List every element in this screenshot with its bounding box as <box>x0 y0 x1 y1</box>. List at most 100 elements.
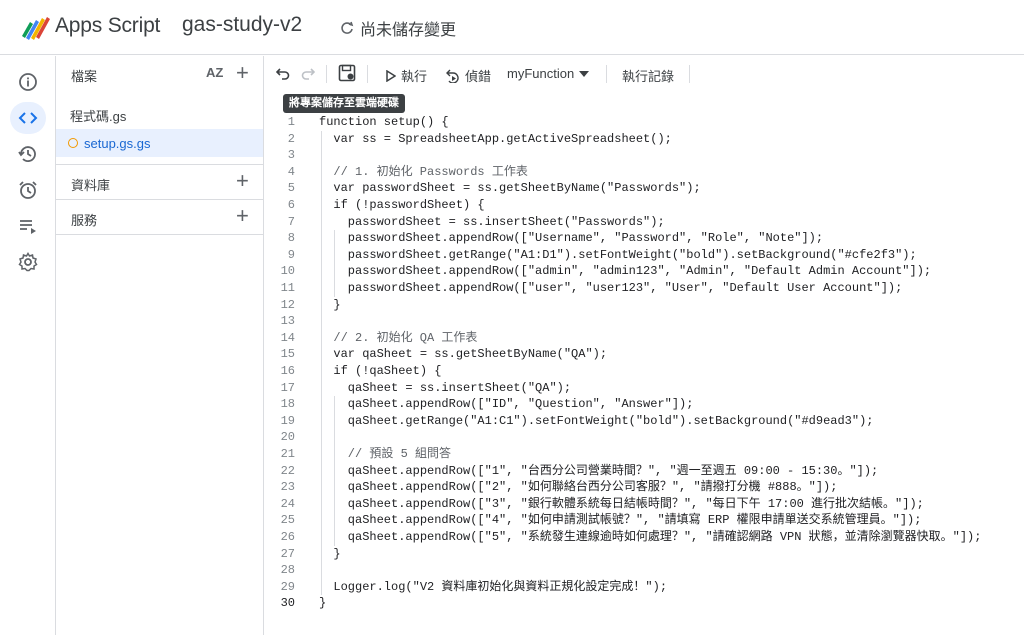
code-text: var ss = SpreadsheetApp.getActiveSpreads… <box>319 131 672 146</box>
code-line[interactable]: 2 var ss = SpreadsheetApp.getActiveSprea… <box>264 131 1024 148</box>
code-text: // 1. 初始化 Passwords 工作表 <box>319 164 528 179</box>
add-file-button[interactable]: + <box>236 62 249 84</box>
history-button[interactable] <box>10 138 46 170</box>
run-button[interactable]: 執行 <box>386 66 427 85</box>
file-item-code[interactable]: 程式碼.gs <box>56 101 263 129</box>
code-text: passwordSheet.getRange("A1:D1").setFontW… <box>319 247 917 262</box>
line-number: 27 <box>280 546 295 561</box>
alarm-icon <box>19 181 37 199</box>
code-line[interactable]: 24 qaSheet.appendRow(["3", "銀行軟體系統每日結帳時間… <box>264 496 1024 513</box>
code-line[interactable]: 14 // 2. 初始化 QA 工作表 <box>264 330 1024 347</box>
debug-label: 偵錯 <box>465 69 492 84</box>
editor-button[interactable] <box>10 102 46 134</box>
code-line[interactable]: 16 if (!qaSheet) { <box>264 363 1024 380</box>
save-icon <box>338 64 356 82</box>
code-line[interactable]: 22 qaSheet.appendRow(["1", "台西分公司營業時間？",… <box>264 463 1024 480</box>
code-icon <box>18 112 38 124</box>
line-number: 9 <box>287 247 295 262</box>
line-number: 6 <box>287 198 295 212</box>
execution-log-label: 執行記錄 <box>622 69 675 84</box>
code-text: var passwordSheet = ss.getSheetByName("P… <box>319 181 701 196</box>
code-line[interactable]: 7 passwordSheet = ss.insertSheet("Passwo… <box>264 214 1024 231</box>
undo-button[interactable] <box>276 66 290 80</box>
line-number: 28 <box>280 563 295 578</box>
code-line[interactable]: 20 <box>264 429 1024 446</box>
toolbar-separator <box>689 65 690 83</box>
undo-icon <box>276 68 290 80</box>
code-line[interactable]: 15 var qaSheet = ss.getSheetByName("QA")… <box>264 346 1024 363</box>
settings-button[interactable] <box>10 246 46 278</box>
code-line[interactable]: 26 qaSheet.appendRow(["5", "系統發生連線逾時如何處理… <box>264 529 1024 546</box>
code-line[interactable]: 30} <box>264 595 1024 612</box>
file-item-setup[interactable]: setup.gs.gs <box>56 129 263 157</box>
code-line[interactable]: 6 if (!passwordSheet) { <box>264 197 1024 214</box>
add-service-button[interactable]: + <box>236 205 249 227</box>
project-title[interactable]: gas-study-v2 <box>182 13 302 37</box>
code-text: passwordSheet.appendRow(["Username", "Pa… <box>319 231 824 246</box>
code-line[interactable]: 12 } <box>264 297 1024 314</box>
files-panel: 檔案 AZ + 程式碼.gs setup.gs.gs 資料庫 + 服務 + <box>56 56 264 635</box>
divider <box>56 234 263 235</box>
save-tooltip: 將專案儲存至雲端硬碟 <box>283 94 405 113</box>
code-line[interactable]: 28 <box>264 562 1024 579</box>
left-rail <box>0 56 56 635</box>
line-number: 4 <box>287 164 295 179</box>
code-text: passwordSheet.appendRow(["admin", "admin… <box>319 264 932 279</box>
code-line[interactable]: 27 } <box>264 546 1024 563</box>
apps-script-logo[interactable] <box>20 14 50 40</box>
code-text: // 2. 初始化 QA 工作表 <box>319 330 478 345</box>
divider <box>56 164 263 165</box>
function-select-value: myFunction <box>507 66 575 81</box>
line-number: 11 <box>280 281 295 295</box>
line-number: 2 <box>287 131 295 146</box>
code-line[interactable]: 3 <box>264 147 1024 164</box>
code-line[interactable]: 11 passwordSheet.appendRow(["user", "use… <box>264 280 1024 297</box>
code-text: } <box>319 546 341 561</box>
debug-button[interactable]: 偵錯 <box>446 66 491 85</box>
file-name: 程式碼.gs <box>70 108 127 124</box>
executions-button[interactable] <box>10 210 46 242</box>
code-line[interactable]: 9 passwordSheet.getRange("A1:D1").setFon… <box>264 247 1024 264</box>
code-line[interactable]: 1 function setup() { <box>264 114 1024 131</box>
code-editor[interactable]: 1 function setup() {2 var ss = Spreadshee… <box>264 114 1024 635</box>
code-line[interactable]: 23 qaSheet.appendRow(["2", "如何聯絡台西分公司客服？… <box>264 479 1024 496</box>
code-line[interactable]: 18 qaSheet.appendRow(["ID", "Question", … <box>264 396 1024 413</box>
code-line[interactable]: 25 qaSheet.appendRow(["4", "如何申請測試帳號？", … <box>264 512 1024 529</box>
product-name: Apps Script <box>55 14 161 37</box>
code-line[interactable]: 17 qaSheet = ss.insertSheet("QA"); <box>264 380 1024 397</box>
overview-button[interactable] <box>10 66 46 98</box>
code-text: passwordSheet = ss.insertSheet("Password… <box>319 214 665 229</box>
line-number: 10 <box>280 264 295 279</box>
sort-az-icon[interactable]: AZ <box>206 65 223 80</box>
line-number: 26 <box>280 530 295 544</box>
code-line[interactable]: 8 passwordSheet.appendRow(["Username", "… <box>264 230 1024 247</box>
line-number: 3 <box>287 148 295 163</box>
code-text: // 預設 5 組問答 <box>319 447 452 461</box>
code-line[interactable]: 13 <box>264 313 1024 330</box>
save-button[interactable] <box>338 64 356 82</box>
code-text: qaSheet.getRange("A1:C1").setFontWeight(… <box>319 413 874 428</box>
line-number: 8 <box>287 231 295 246</box>
triggers-button[interactable] <box>10 174 46 206</box>
execution-log-button[interactable]: 執行記錄 <box>622 66 674 85</box>
code-line[interactable]: 19 qaSheet.getRange("A1:C1").setFontWeig… <box>264 413 1024 430</box>
code-text: qaSheet.appendRow(["3", "銀行軟體系統每日結帳時間？",… <box>319 496 924 511</box>
code-line[interactable]: 29 Logger.log("V2 資料庫初始化與資料正規化設定完成！"); <box>264 579 1024 596</box>
function-select[interactable]: myFunction <box>507 66 590 81</box>
code-line[interactable]: 10 passwordSheet.appendRow(["admin", "ad… <box>264 263 1024 280</box>
file-name: setup.gs.gs <box>84 135 151 151</box>
redo-button[interactable] <box>301 66 315 80</box>
code-line[interactable]: 21 // 預設 5 組問答 <box>264 446 1024 463</box>
add-library-button[interactable]: + <box>236 170 249 192</box>
code-line[interactable]: 5 var passwordSheet = ss.getSheetByName(… <box>264 180 1024 197</box>
save-status-text: 尚未儲存變更 <box>360 22 457 39</box>
code-text: qaSheet.appendRow(["2", "如何聯絡台西分公司客服？", … <box>319 480 838 495</box>
line-number: 23 <box>280 480 295 495</box>
code-text: function setup() { <box>319 115 449 129</box>
code-text: qaSheet = ss.insertSheet("QA"); <box>319 380 572 395</box>
run-label: 執行 <box>401 69 428 84</box>
code-line[interactable]: 4 // 1. 初始化 Passwords 工作表 <box>264 164 1024 181</box>
line-number: 20 <box>280 430 295 445</box>
toolbar-separator <box>326 65 327 83</box>
line-number: 21 <box>280 447 295 461</box>
